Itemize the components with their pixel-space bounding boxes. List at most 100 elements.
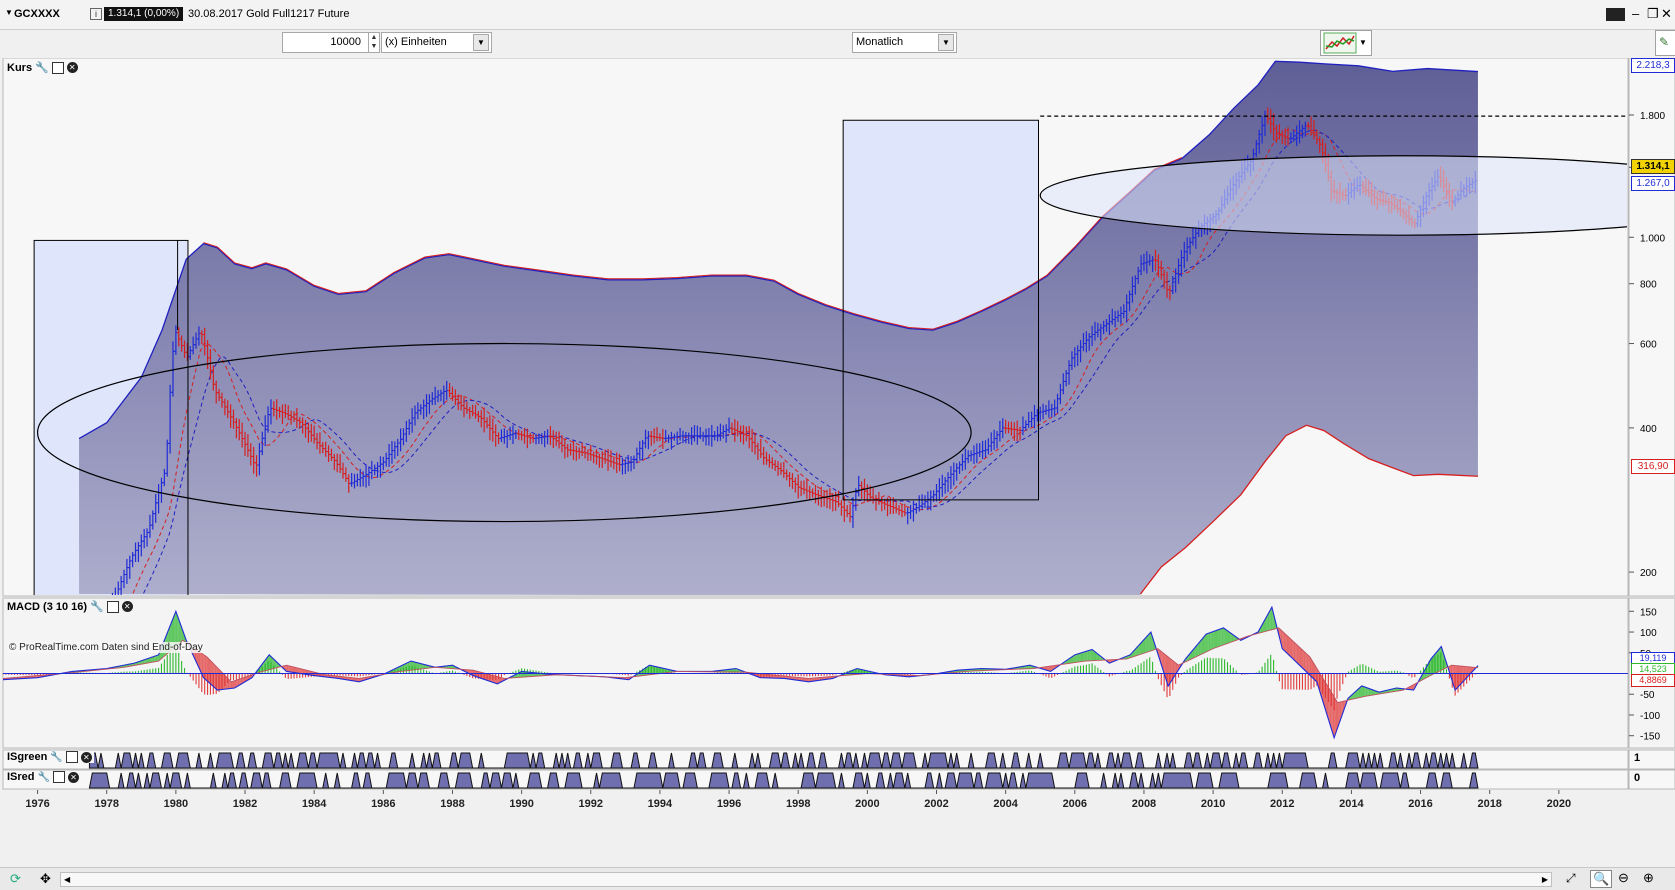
macd-fill [176,611,177,646]
window-icon[interactable] [53,771,65,783]
macd-fill [1294,642,1295,661]
macd-fill [416,662,417,669]
macd-fill [225,675,226,689]
macd-fill [1145,636,1146,652]
chart-style-button[interactable]: ▼ [1320,30,1372,56]
keyboard-icon[interactable] [1606,8,1625,21]
macd-fill [1455,666,1456,691]
time-tick-label: 2012 [1270,798,1294,810]
symbol-name[interactable]: GCXXXX [14,8,60,20]
macd-fill [1458,666,1459,687]
macd-fill [1334,697,1335,738]
close-icon[interactable]: ✕ [81,752,92,763]
isgreen-value: 1 [1634,752,1640,764]
quantity-stepper[interactable]: ▲▼ [368,33,379,52]
price-axis[interactable] [1629,58,1675,596]
title-bar: ▼ GCXXXX i 1.314,1 (0,00%) 30.08.2017 Go… [0,0,1675,30]
chart-title: 30.08.2017 Gold Full1217 Future [188,8,349,20]
time-tick-label: 2002 [924,798,948,810]
window-icon[interactable] [52,62,64,74]
macd-fill [210,660,211,685]
chevron-down-icon[interactable]: ▼ [1359,38,1367,47]
macd-fill [215,665,216,689]
restore-button[interactable]: ❐ [1647,6,1659,22]
wrench-icon[interactable]: 🔧 [38,772,50,783]
macd-fill [1336,699,1337,733]
time-tick-label: 1982 [233,798,257,810]
macd-fill [1289,638,1290,657]
refresh-icon[interactable]: ⟳ [10,871,21,887]
window-icon[interactable] [66,751,78,763]
current-price-badge: 1.314,1 [1631,159,1675,174]
macd-fill [1091,649,1092,660]
chart-svg[interactable]: 2004006008001.0001.4001.800 15010050-50-… [0,58,1675,854]
macd-fill [290,666,291,672]
macd-fill [1171,659,1172,681]
wrench-icon[interactable]: 🔧 [35,61,49,74]
macd-fill [656,667,657,674]
macd-fill [206,656,207,681]
price-panel-header: Kurs 🔧 ✕ [7,61,78,74]
macd-fill [1226,630,1227,644]
timeframe-select[interactable]: Monatlich ▼ [852,32,957,53]
wrench-icon[interactable]: 🔧 [50,752,62,763]
zoom-fit-icon[interactable]: ⤢ [1566,871,1576,886]
macd-fill [297,668,298,673]
macd-fill [1333,694,1334,737]
macd-fill [1212,632,1213,650]
macd-fill [1367,688,1368,696]
cursor-icon[interactable]: ✥ [40,871,51,887]
time-tick-label: 2008 [1132,798,1156,810]
macd-fill [654,666,655,674]
timeframe-value: Monatlich [856,36,903,48]
close-button[interactable]: ✕ [1661,6,1672,22]
price-tick-label: 200 [1640,568,1657,579]
symbol-menu-icon[interactable]: ▼ [5,8,13,17]
macd-fill [232,681,233,688]
scroll-right-icon[interactable]: ▶ [1542,873,1548,886]
chevron-down-icon[interactable]: ▼ [473,34,489,51]
close-icon[interactable]: ✕ [68,772,79,783]
zoom-out-icon[interactable]: ⊖ [1618,870,1629,886]
macd-fill [1434,654,1435,674]
zoom-in-icon[interactable]: ⊕ [1643,870,1654,886]
scroll-left-icon[interactable]: ◀ [64,873,70,886]
drawing-tools-button[interactable]: ✎ [1655,30,1675,56]
macd-fill [408,662,409,671]
macd-fill [409,661,410,670]
quantity-input[interactable]: 10000 ▲▼ [282,32,380,53]
macd-fill [1085,651,1086,661]
macd-fill [1081,653,1082,662]
macd-fill [1366,687,1367,696]
macd-fill [1088,650,1089,661]
macd-fill [658,667,659,673]
close-icon[interactable]: ✕ [122,601,133,612]
macd-fill [524,672,525,677]
macd-fill [288,666,289,672]
macd-fill [1363,686,1364,696]
macd-fill [414,662,415,670]
macd-fill [1148,633,1149,651]
info-icon[interactable]: i [90,8,102,20]
window-icon[interactable] [107,601,119,613]
macd-fill [1209,633,1210,651]
macd-fill [223,674,224,690]
macd-tick-label: 100 [1640,628,1657,639]
macd-fill [490,675,491,682]
unit-select[interactable]: (x) Einheiten ▼ [381,32,492,53]
macd-fill [415,662,416,670]
macd-fill [1439,647,1440,671]
macd-fill [1457,666,1458,689]
macd-fill [268,655,269,670]
wrench-icon[interactable]: 🔧 [90,600,104,613]
macd-fill [213,663,214,687]
zoom-select-icon[interactable]: 🔍 [1590,870,1612,888]
macd-fill [522,671,523,677]
close-icon[interactable]: ✕ [67,62,78,73]
chevron-down-icon[interactable]: ▼ [938,34,954,51]
time-scrollbar[interactable]: ◀ ▶ [60,872,1552,887]
macd-fill [1302,650,1303,669]
chart-area[interactable]: 2004006008001.0001.4001.800 15010050-50-… [0,58,1675,854]
macd-fill [298,668,299,673]
minimize-button[interactable]: – [1632,6,1639,21]
